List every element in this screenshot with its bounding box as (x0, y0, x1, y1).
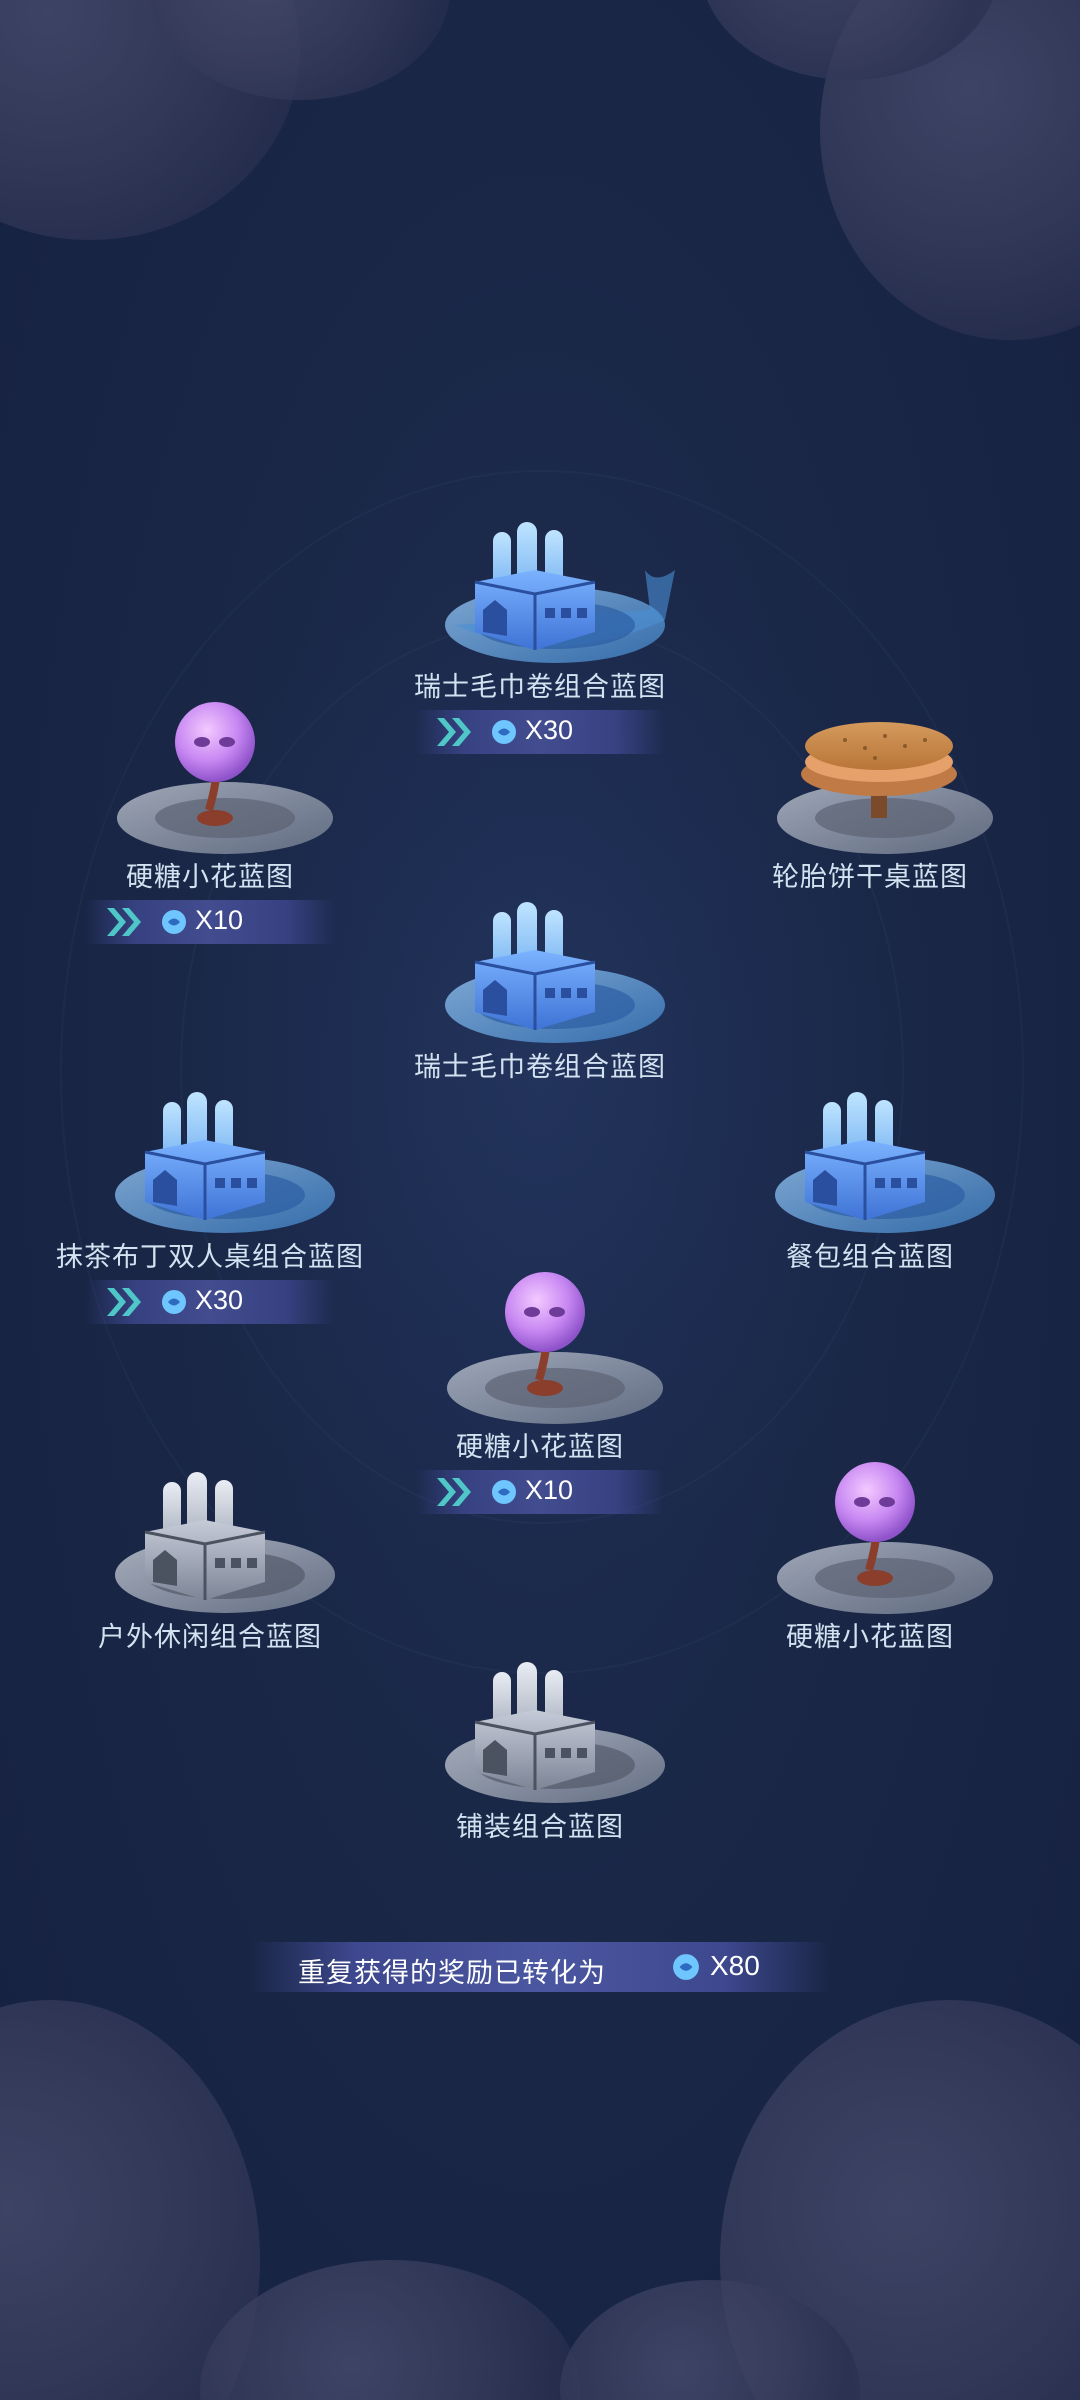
blue-gem-icon (492, 720, 516, 744)
double-chevron-icon (107, 1288, 141, 1316)
reward-name: 铺装组合蓝图 (456, 1812, 624, 1843)
blue-gem-icon (673, 1954, 699, 1980)
candy-flower-icon (447, 1272, 663, 1424)
gray-house-icon (115, 1472, 335, 1613)
reward-item[interactable]: 瑞士毛巾卷组合蓝图 (375, 840, 705, 1140)
bonus-count: X30 (195, 1285, 244, 1315)
reward-name: 餐包组合蓝图 (786, 1242, 954, 1273)
blue-house-icon (115, 1092, 335, 1233)
candy-flower-icon (117, 702, 333, 854)
cookie-table-icon (777, 722, 993, 854)
reward-item[interactable]: 瑞士毛巾卷组合蓝图 X30 (375, 460, 705, 760)
reward-item[interactable]: 户外休闲组合蓝图 (45, 1410, 375, 1710)
gray-house-icon (445, 1662, 665, 1803)
reward-name: 抹茶布丁双人桌组合蓝图 (56, 1242, 364, 1273)
candy-flower-icon (777, 1462, 993, 1614)
bonus-tag: X30 (415, 710, 665, 754)
double-chevron-icon (437, 1478, 471, 1506)
conversion-total: X80 (710, 1950, 760, 1981)
reward-name: 瑞士毛巾卷组合蓝图 (414, 672, 666, 703)
bonus-tag: X10 (415, 1470, 665, 1514)
reward-item[interactable]: 硬糖小花蓝图 (705, 1410, 1035, 1710)
reward-item[interactable]: 硬糖小花蓝图 X10 (45, 650, 375, 950)
reward-item[interactable]: 硬糖小花蓝图 X10 (375, 1220, 705, 1520)
blue-house-icon (445, 902, 665, 1043)
reward-name: 硬糖小花蓝图 (126, 862, 294, 893)
conversion-message: 重复获得的奖励已转化为 (298, 1958, 606, 1989)
reward-item[interactable]: 抹茶布丁双人桌组合蓝图 X30 (45, 1030, 375, 1330)
reward-name: 硬糖小花蓝图 (456, 1432, 624, 1463)
blue-house-icon (445, 522, 675, 663)
reward-name: 户外休闲组合蓝图 (98, 1622, 322, 1653)
reward-item[interactable]: 铺装组合蓝图 (375, 1600, 705, 1900)
duplicate-conversion-bar: 重复获得的奖励已转化为 X80 (250, 1942, 830, 1992)
reward-name: 轮胎饼干桌蓝图 (772, 862, 968, 893)
reward-name: 瑞士毛巾卷组合蓝图 (414, 1052, 666, 1083)
double-chevron-icon (437, 718, 471, 746)
reward-item[interactable]: 轮胎饼干桌蓝图 (705, 650, 1035, 950)
bonus-count: X10 (525, 1475, 574, 1505)
bonus-tag: X10 (85, 900, 335, 944)
bonus-tag: X30 (85, 1280, 335, 1324)
reward-name: 硬糖小花蓝图 (786, 1622, 954, 1653)
blue-gem-icon (162, 910, 186, 934)
blue-house-icon (775, 1092, 995, 1233)
reward-item[interactable]: 餐包组合蓝图 (705, 1030, 1035, 1330)
blue-gem-icon (492, 1480, 516, 1504)
bonus-count: X30 (525, 715, 574, 745)
bonus-count: X10 (195, 905, 244, 935)
blue-gem-icon (162, 1290, 186, 1314)
double-chevron-icon (107, 908, 141, 936)
reward-screen: 瑞士毛巾卷组合蓝图 X30 硬糖小花蓝图 X10 轮胎饼干桌蓝图 瑞士毛巾卷组合… (0, 0, 1080, 2400)
